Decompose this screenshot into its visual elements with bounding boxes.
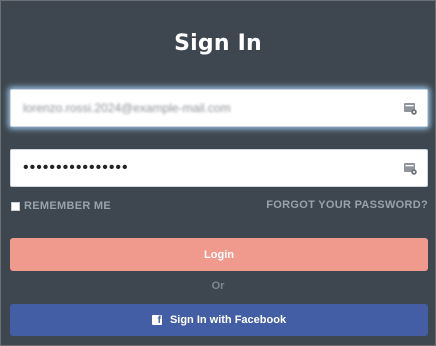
remember-me-checkbox[interactable] bbox=[11, 201, 20, 211]
sign-in-panel: Sign In REMEMBER ME FORGOT YOUR PASSWORD… bbox=[0, 0, 436, 346]
page-title: Sign In bbox=[174, 31, 262, 56]
facebook-sign-in-button[interactable]: f Sign In with Facebook bbox=[10, 304, 428, 336]
email-field[interactable] bbox=[10, 89, 428, 127]
password-input[interactable] bbox=[23, 150, 393, 186]
forgot-password-link[interactable]: FORGOT YOUR PASSWORD? bbox=[266, 199, 428, 211]
facebook-icon: f bbox=[151, 315, 162, 326]
login-button[interactable]: Login bbox=[10, 238, 428, 271]
password-field[interactable] bbox=[10, 149, 428, 187]
login-button-label: Login bbox=[204, 248, 234, 261]
remember-me[interactable]: REMEMBER ME bbox=[11, 199, 111, 213]
email-input[interactable] bbox=[23, 90, 393, 126]
or-separator: Or bbox=[211, 280, 225, 292]
remember-me-label[interactable]: REMEMBER ME bbox=[24, 200, 111, 212]
password-manager-key-icon[interactable] bbox=[404, 103, 417, 115]
password-manager-key-icon[interactable] bbox=[404, 163, 417, 175]
facebook-button-label: Sign In with Facebook bbox=[169, 314, 287, 326]
